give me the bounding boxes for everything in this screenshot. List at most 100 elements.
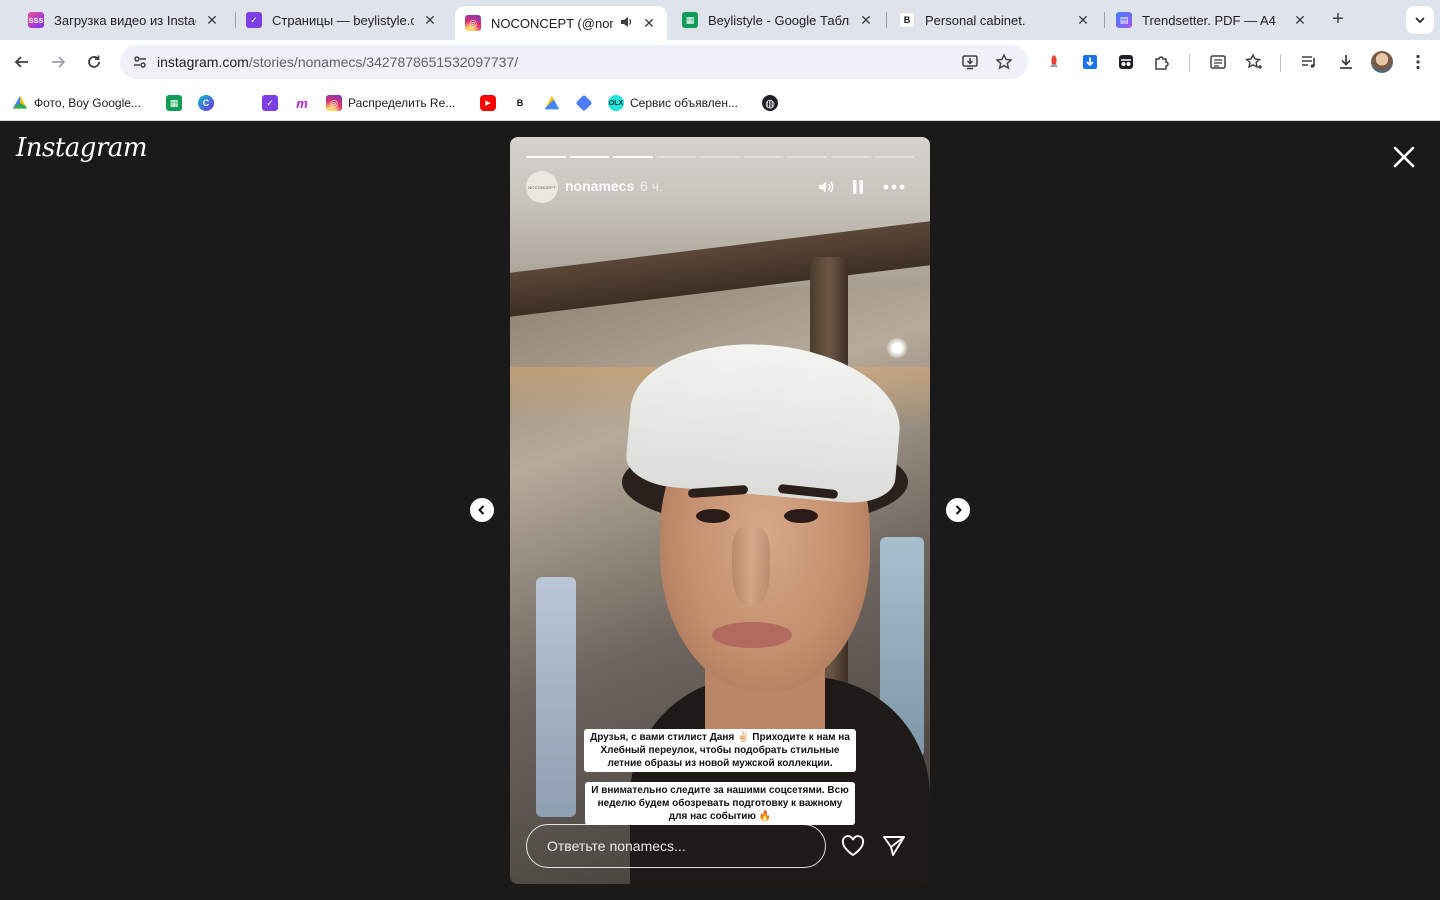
story-card[interactable]: NOCONCEPT nonamecs 6 ч. Друзья, с вами с… [510, 137, 930, 884]
media-controls-button[interactable] [1299, 52, 1319, 72]
bookmark-olx-service[interactable]: OLX Сервис объявлен... [608, 94, 738, 112]
reading-list-button[interactable] [1208, 52, 1228, 72]
profile-avatar[interactable] [1371, 51, 1393, 73]
bookmark-youtube[interactable]: ▶ [480, 94, 496, 112]
story-progress-segment [569, 156, 610, 158]
tab-search-button[interactable] [1406, 6, 1434, 34]
reload-button[interactable] [80, 48, 108, 76]
more-horizontal-icon [883, 184, 905, 190]
bookmarks-manager-button[interactable] [1244, 52, 1264, 72]
b-icon: B [512, 95, 528, 111]
tab-tilda-pages[interactable]: ✓ Страницы — beylistyle.co ✕ [236, 4, 448, 36]
bookmark-canva[interactable]: C [198, 94, 214, 112]
address-bar[interactable]: instagram.com/stories/nonamecs/342787865… [120, 45, 1028, 79]
browser-menu-button[interactable] [1408, 52, 1428, 72]
story-header: NOCONCEPT nonamecs 6 ч. [526, 171, 918, 203]
bookmark-star-button[interactable] [994, 52, 1014, 72]
rocket-icon [1050, 55, 1058, 67]
downloads-button[interactable] [1336, 52, 1356, 72]
tab-personal-cabinet[interactable]: B Personal cabinet. ✕ [889, 4, 1101, 36]
bookmark-dropbox[interactable] [575, 94, 593, 112]
story-progress-bar [526, 156, 915, 158]
trendsetter-icon: ▤ [1116, 12, 1132, 28]
story-reply-box[interactable] [526, 824, 826, 868]
extension-incognito[interactable] [1116, 52, 1136, 72]
arrow-right-icon [52, 56, 66, 68]
bookmark-miro[interactable]: m [294, 94, 310, 112]
bookmark-google-sheets[interactable]: ▦ [166, 94, 182, 112]
bookmark-tilda[interactable]: ✓ [262, 94, 278, 112]
extension-rocket[interactable] [1044, 52, 1064, 72]
forward-button[interactable] [44, 48, 72, 76]
audio-playing-icon[interactable] [619, 15, 633, 32]
caption-line: И внимательно следите за нашими соцсетям… [591, 784, 849, 797]
volume-icon [819, 181, 834, 193]
story-author-avatar[interactable]: NOCONCEPT [526, 171, 558, 203]
instagram-logo[interactable]: Instagram [16, 133, 148, 163]
next-story-button[interactable] [946, 498, 970, 522]
extensions-button[interactable] [1152, 52, 1172, 72]
mute-toggle-button[interactable] [814, 175, 838, 199]
arrow-left-icon [14, 56, 28, 68]
queue-music-icon [1302, 56, 1315, 68]
close-tab-icon[interactable]: ✕ [1292, 12, 1308, 29]
olx-icon: OLX [608, 95, 624, 111]
story-caption-block: Друзья, с вами стилист Даня ✌🏻 Приходите… [510, 729, 930, 772]
more-vertical-icon [1416, 54, 1420, 70]
story-author-username[interactable]: nonamecs [565, 178, 634, 194]
close-tab-icon[interactable]: ✕ [641, 15, 657, 32]
bookmark-apple[interactable] [230, 94, 246, 112]
extension-downloader[interactable] [1080, 52, 1100, 72]
canva-icon: C [198, 95, 214, 111]
tab-sss-download[interactable]: sss Загрузка видео из Instag ✕ [18, 4, 230, 36]
sss-icon: sss [28, 12, 44, 28]
story-options-button[interactable] [882, 175, 906, 199]
chevron-down-icon [1415, 17, 1425, 24]
person-nose [732, 527, 770, 607]
reply-input[interactable] [527, 825, 825, 867]
story-caption-block: И внимательно следите за нашими соцсетям… [510, 782, 930, 825]
previous-story-button[interactable] [470, 498, 494, 522]
tab-trendsetter-pdf[interactable]: ▤ Trendsetter. PDF — A4 ✕ [1106, 4, 1318, 36]
tab-google-sheets-beylistyle[interactable]: ▦ Beylistyle - Google Табли ✕ [672, 4, 884, 36]
bookmark-globe[interactable]: ◍ [762, 94, 778, 112]
tab-instagram-noconcept[interactable]: ◎ NOCONCEPT (@nonar ✕ [455, 6, 667, 40]
close-tab-icon[interactable]: ✕ [204, 12, 220, 29]
bookmark-b[interactable]: B [512, 94, 528, 112]
bookmark-google-ads[interactable] [544, 94, 560, 112]
toolbar-separator [1280, 54, 1281, 72]
background-clothes-rack [536, 577, 576, 817]
google-sheets-icon: ▦ [682, 12, 698, 28]
story-caption-text: Друзья, с вами стилист Даня ✌🏻 Приходите… [584, 729, 856, 772]
close-tab-icon[interactable]: ✕ [422, 12, 438, 29]
share-story-button[interactable] [881, 833, 907, 859]
story-progress-segment [743, 156, 784, 158]
chevron-left-icon [478, 505, 485, 515]
caption-line: Хлебный переулок, чтобы подобрать стильн… [590, 744, 850, 757]
bookmark-google-drive-photos[interactable]: Фото, Boy Google... [12, 94, 141, 112]
apple-icon [230, 95, 246, 111]
story-progress-segment [830, 156, 871, 158]
bookmark-instagram-distribute[interactable]: ◎ Распределить Re... [326, 94, 455, 112]
close-story-button[interactable] [1390, 143, 1418, 171]
install-app-button[interactable] [960, 52, 980, 72]
close-tab-icon[interactable]: ✕ [1075, 12, 1091, 29]
story-progress-segment [613, 156, 653, 158]
close-tab-icon[interactable]: ✕ [858, 12, 874, 29]
install-icon [962, 55, 978, 70]
chevron-right-icon [955, 505, 962, 515]
star-list-icon [1245, 53, 1262, 69]
globe-icon: ◍ [762, 95, 778, 111]
google-drive-icon [12, 95, 28, 109]
tilda-icon: ✓ [246, 12, 262, 28]
like-story-button[interactable] [840, 833, 866, 859]
url-text[interactable]: instagram.com/stories/nonamecs/342787865… [157, 54, 518, 70]
tilda-icon: ✓ [262, 95, 278, 111]
site-info-button[interactable] [128, 50, 152, 74]
back-button[interactable] [8, 48, 36, 76]
browser-tab-strip: sss Загрузка видео из Instag ✕ ✓ Страниц… [0, 0, 1440, 40]
caption-line: летние образы из новой мужской коллекции… [590, 757, 850, 770]
pause-button[interactable] [846, 175, 870, 199]
new-tab-button[interactable]: + [1326, 8, 1350, 32]
person-lips [712, 622, 792, 648]
